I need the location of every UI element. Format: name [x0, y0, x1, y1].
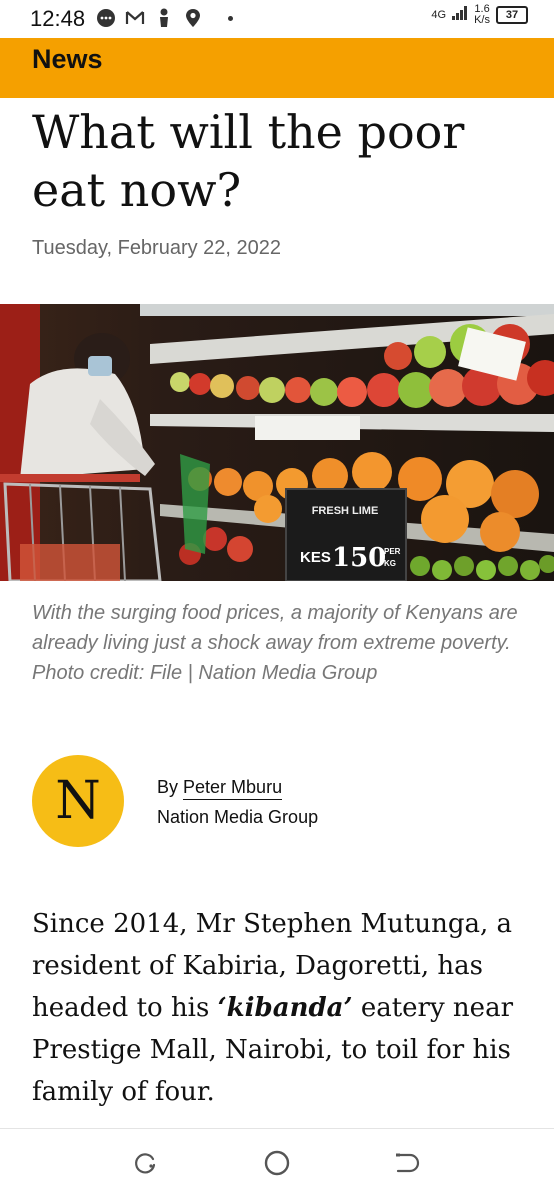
author-block: N By Peter Mburu Nation Media Group	[32, 755, 532, 847]
network-type: 4G	[431, 8, 447, 21]
sign-title: FRESH LIME	[312, 505, 379, 517]
back-icon	[394, 1151, 420, 1180]
publisher-logo-letter: N	[55, 771, 101, 831]
section-header: News	[0, 38, 554, 98]
recent-apps-button[interactable]	[128, 1147, 164, 1183]
sign-currency: KES	[300, 549, 331, 566]
recent-apps-icon	[134, 1151, 158, 1180]
home-icon	[263, 1149, 291, 1182]
article-headline: What will the poor eat now?	[32, 105, 465, 217]
sign-per: PER	[384, 547, 401, 556]
system-navigation-bar	[0, 1128, 554, 1201]
chat-bubble-icon	[96, 8, 116, 28]
back-button[interactable]	[389, 1147, 425, 1183]
price-sign: FRESH LIME KES 150 PER KG	[285, 488, 407, 581]
signal-icon	[452, 5, 468, 25]
article-body-paragraph: Since 2014, Mr Stephen Mutunga, a reside…	[32, 903, 532, 1113]
body-text-italic: ‘kibanda’	[217, 993, 353, 1023]
speed-unit: K/s	[474, 14, 490, 26]
sign-unit: KG	[384, 559, 396, 568]
notification-icons	[96, 8, 203, 28]
network-speed: 1.6 K/s	[474, 4, 490, 26]
status-time: 12:48	[30, 6, 86, 31]
person-icon	[154, 8, 174, 28]
status-bar: 12:48 4G 1.6 K/s 37	[0, 0, 554, 38]
author-name-link[interactable]: Peter Mburu	[183, 777, 283, 800]
battery-icon: 37	[496, 6, 528, 24]
byline: By Peter Mburu	[157, 777, 283, 800]
publisher-logo: N	[32, 755, 124, 847]
photo-caption: With the surging food prices, a majority…	[32, 602, 518, 684]
publisher-name: Nation Media Group	[157, 807, 319, 827]
status-right: 4G 1.6 K/s 37	[431, 4, 528, 26]
network-type-label: 4G	[431, 8, 447, 21]
article-photo[interactable]: FRESH LIME KES 150 PER KG	[0, 304, 554, 581]
article-date: Tuesday, February 22, 2022	[32, 237, 282, 259]
section-label[interactable]: News	[32, 44, 103, 75]
gmail-icon	[125, 8, 145, 28]
location-pin-icon	[183, 8, 203, 28]
more-notifications-dot	[228, 16, 233, 21]
sign-price: 150	[332, 543, 386, 573]
byline-prefix: By	[157, 777, 179, 797]
home-button[interactable]	[259, 1147, 295, 1183]
